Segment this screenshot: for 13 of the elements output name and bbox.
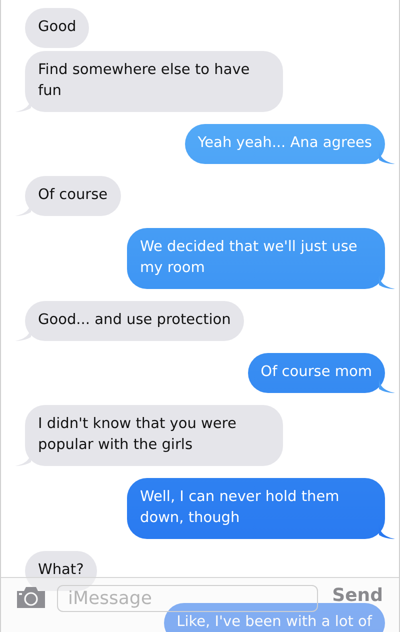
message-bubble: Like, I've been with a lot of <box>164 603 385 632</box>
message-bubble: Of course mom <box>248 353 385 393</box>
message-bubble: What? <box>25 551 97 591</box>
message-bubble: Find somewhere else to have fun <box>25 51 283 112</box>
message-bubble: I didn't know that you were popular with the girls <box>25 405 283 466</box>
message-bubble: Well, I can never hold them down, though <box>127 478 385 539</box>
message-bubble: Good <box>25 8 90 48</box>
message-field[interactable]: iMessage <box>57 585 318 612</box>
message-bubble: Of course <box>25 176 121 216</box>
message-bubble: We decided that we'll just use my room <box>127 228 385 289</box>
message-bubble: Yeah yeah... Ana agrees <box>184 124 385 164</box>
camera-icon[interactable] <box>15 585 47 609</box>
message-bubble: Good... and use protection <box>25 301 244 341</box>
